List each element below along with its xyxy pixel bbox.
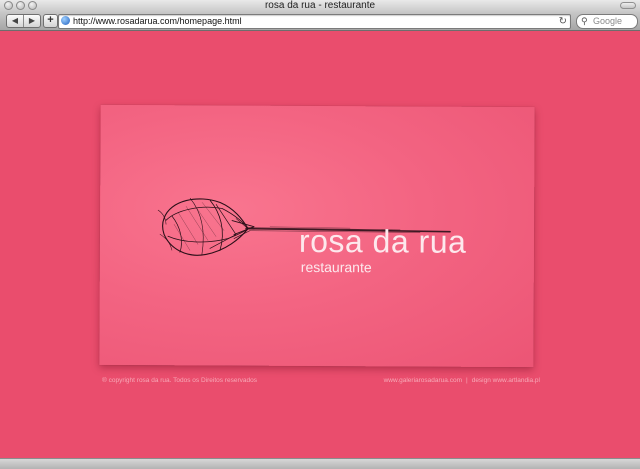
page-content: rosa da rua restaurante ® copyright rosa… (0, 31, 640, 458)
zoom-window-button[interactable] (28, 1, 37, 10)
toolbar-toggle-button[interactable] (620, 2, 636, 9)
copyright-text: ® copyright rosa da rua. Todos os Direit… (102, 377, 257, 384)
forward-button[interactable]: ▶ (23, 15, 40, 27)
minimize-window-button[interactable] (16, 1, 25, 10)
address-bar[interactable]: http://www.rosadarua.com/homepage.html ↻ (58, 14, 571, 29)
footer-credits: www.galeriarosadarua.com | design www.artl… (384, 377, 540, 384)
search-icon: ⚲ (581, 16, 588, 26)
window-titlebar: rosa da rua - restaurante (0, 0, 640, 12)
search-field[interactable]: ⚲ Google (576, 14, 638, 29)
address-input[interactable]: http://www.rosadarua.com/homepage.html (73, 15, 242, 28)
browser-toolbar: ◀ ▶ + http://www.rosadarua.com/homepage.… (0, 12, 640, 31)
design-link[interactable]: design www.artlandia.pl (472, 377, 540, 384)
browser-status-bar (0, 458, 640, 469)
window-title: rosa da rua - restaurante (264, 0, 376, 11)
close-window-button[interactable] (4, 1, 13, 10)
back-button[interactable]: ◀ (7, 15, 23, 27)
search-input-placeholder[interactable]: Google (593, 15, 622, 28)
footer-separator: | (466, 377, 468, 384)
add-bookmark-button[interactable]: + (43, 14, 58, 28)
window-controls (4, 1, 37, 10)
logo-subtitle: restaurante (300, 258, 372, 276)
globe-icon (61, 16, 70, 25)
logo-title: rosa da rua (298, 222, 467, 260)
splash-card[interactable]: rosa da rua restaurante (99, 104, 535, 368)
gallery-link[interactable]: www.galeriarosadarua.com (384, 377, 462, 384)
nav-buttons: ◀ ▶ (6, 14, 41, 28)
reload-icon[interactable]: ↻ (559, 15, 567, 28)
